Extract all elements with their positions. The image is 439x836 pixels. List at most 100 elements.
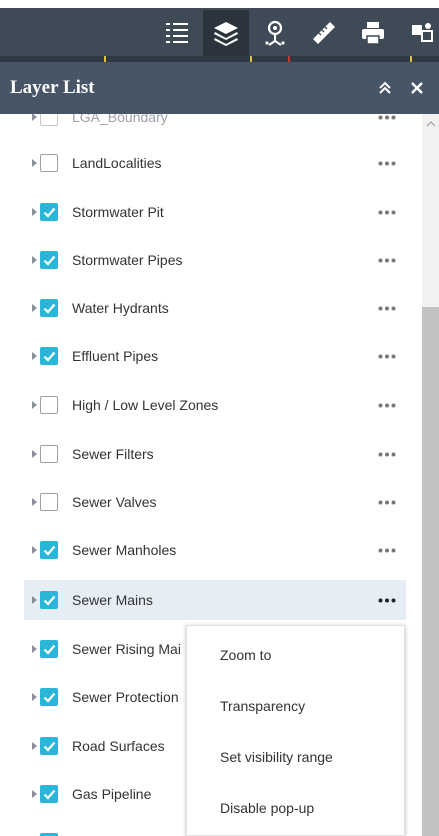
checkmark-icon [43,789,55,800]
expand-toggle[interactable] [24,208,38,216]
layer-visibility-checkbox[interactable] [40,785,58,803]
menu-item-zoom-to[interactable]: Zoom to [191,630,402,680]
expand-toggle[interactable] [24,401,38,409]
layer-visibility-checkbox[interactable] [40,396,58,414]
checkmark-icon [43,692,55,703]
expand-toggle[interactable] [24,645,38,653]
expand-toggle[interactable] [24,114,38,121]
layer-options-button[interactable] [372,114,402,137]
layer-label: LGA_Boundary [72,114,168,125]
layer-options-button[interactable] [372,385,402,425]
layer-row[interactable]: LGA_Boundary [24,114,406,137]
more-options-icon [378,161,396,165]
menu-item-disable-popup[interactable]: Disable pop-up [191,783,402,833]
layer-visibility-checkbox[interactable] [40,203,58,221]
layer-options-button[interactable] [372,192,402,232]
more-options-icon [378,210,396,214]
layer-options-button[interactable] [372,336,402,376]
layer-row[interactable]: High / Low Level Zones [24,385,406,425]
layer-label: Road Surfaces [72,738,165,754]
directions-button[interactable] [252,10,298,56]
layer-row[interactable]: Sewer Valves [24,482,406,522]
layer-visibility-checkbox[interactable] [40,493,58,511]
layer-visibility-checkbox[interactable] [40,299,58,317]
caret-right-icon [32,114,37,121]
expand-toggle[interactable] [24,546,38,554]
layer-visibility-checkbox[interactable] [40,737,58,755]
menu-item-transparency[interactable]: Transparency [191,681,402,731]
checkmark-icon [43,741,55,752]
layer-visibility-checkbox[interactable] [40,445,58,463]
layer-label: Sewer Filters [72,446,154,462]
basemap-gallery-button[interactable] [399,10,439,56]
print-button[interactable] [350,10,396,56]
layer-visibility-checkbox[interactable] [40,640,58,658]
expand-toggle[interactable] [24,450,38,458]
layer-options-button[interactable] [372,240,402,280]
caret-right-icon [32,596,37,604]
layer-row[interactable]: Sewer Filters [24,434,406,474]
layer-options-button[interactable] [372,143,402,183]
expand-toggle[interactable] [24,256,38,264]
caret-right-icon [32,256,37,264]
layer-options-button[interactable] [372,434,402,474]
scrollbar[interactable] [422,114,439,836]
layer-row[interactable]: Effluent Pipes [24,336,406,376]
scroll-up-button[interactable] [422,114,439,134]
layer-visibility-checkbox[interactable] [40,591,58,609]
layer-label: Stormwater Pipes [72,252,183,268]
layer-label: Sewer Rising Mains [72,641,180,657]
layer-options-button[interactable] [372,482,402,522]
layer-row[interactable]: LandLocalities [24,143,406,183]
more-options-icon [378,548,396,552]
expand-toggle[interactable] [24,693,38,701]
more-options-icon [378,115,396,119]
layer-label: Effluent Pipes [72,348,159,364]
expand-toggle[interactable] [24,790,38,798]
expand-toggle[interactable] [24,352,38,360]
layer-row[interactable]: Sewer Manholes [24,530,406,570]
layer-label: Gas Pipeline [72,786,152,802]
layer-visibility-checkbox[interactable] [40,541,58,559]
more-options-icon [378,403,396,407]
layer-list-button[interactable] [203,10,249,56]
layer-visibility-checkbox[interactable] [40,347,58,365]
layer-list-icon [214,22,238,46]
layer-row[interactable]: Stormwater Pipes [24,240,406,280]
expand-toggle[interactable] [24,304,38,312]
checkmark-icon [43,351,55,362]
scroll-thumb[interactable] [422,307,439,836]
measurement-button[interactable] [301,10,347,56]
more-options-icon [378,452,396,456]
more-options-icon [378,354,396,358]
legend-icon [166,23,188,43]
close-panel-button[interactable] [401,72,433,104]
legend-button[interactable] [154,10,200,56]
layer-label: Stormwater Pit [72,204,164,220]
menu-item-set-visibility-range[interactable]: Set visibility range [191,732,402,782]
caret-right-icon [32,304,37,312]
layer-row[interactable]: Water Hydrants [24,288,406,328]
layer-visibility-checkbox[interactable] [40,251,58,269]
layer-label: Water Hydrants [72,300,169,316]
expand-toggle[interactable] [24,596,38,604]
basemap-gallery-icon [412,23,433,42]
layer-options-button[interactable] [372,580,402,620]
expand-toggle[interactable] [24,498,38,506]
layer-row[interactable]: Stormwater Pit [24,192,406,232]
caret-right-icon [32,450,37,458]
layer-visibility-checkbox[interactable] [40,154,58,172]
layer-visibility-checkbox[interactable] [40,114,58,126]
layer-visibility-checkbox[interactable] [40,688,58,706]
layer-options-button[interactable] [372,288,402,328]
collapse-all-button[interactable] [369,72,401,104]
checkmark-icon [43,644,55,655]
checkmark-icon [43,595,55,606]
layer-row[interactable]: Sewer Mains [24,580,406,620]
expand-toggle[interactable] [24,742,38,750]
menu-item-label: Zoom to [220,647,272,663]
menu-item-label: Set visibility range [220,749,333,765]
layer-options-button[interactable] [372,530,402,570]
expand-toggle[interactable] [24,159,38,167]
caret-right-icon [32,645,37,653]
